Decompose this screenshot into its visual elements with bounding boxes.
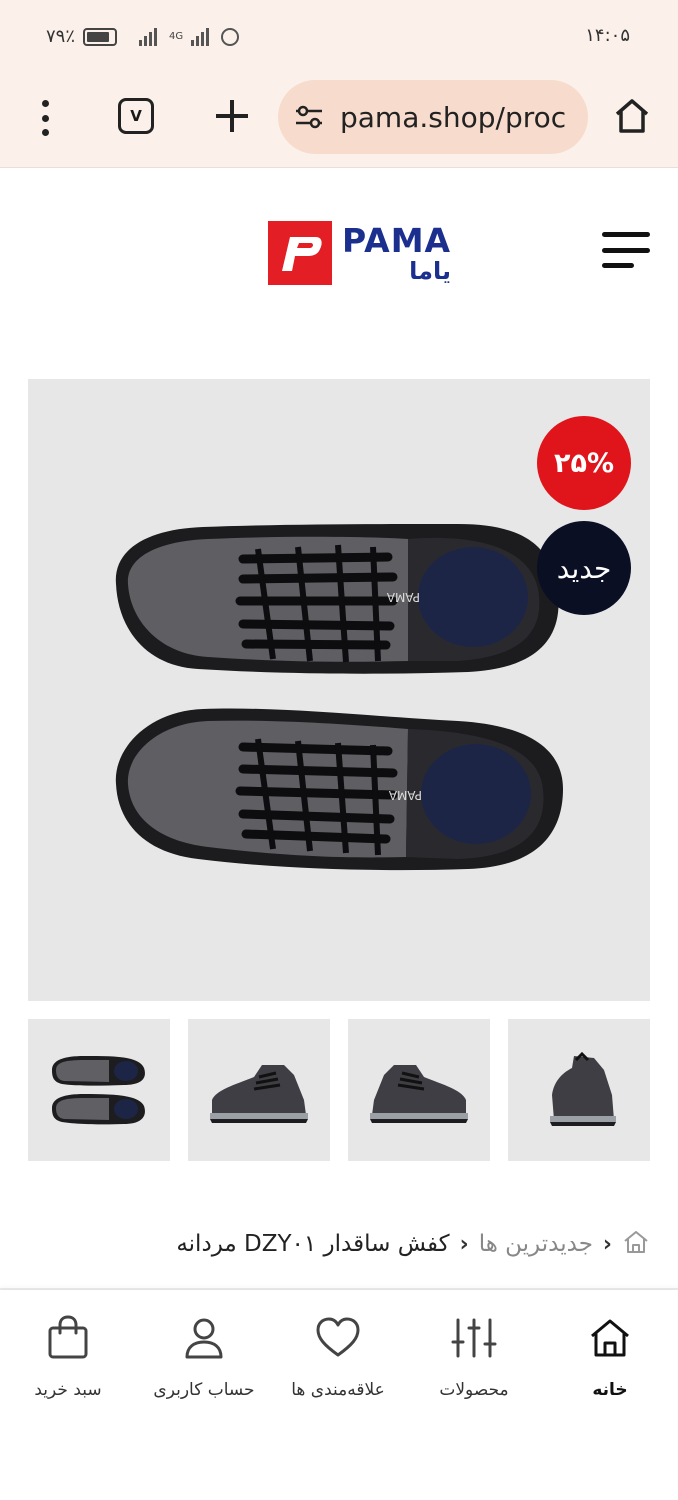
url-text: pama.shop/proc (340, 100, 567, 134)
nav-item-cart[interactable]: سبد خرید (0, 1314, 136, 1400)
signal-icon-secondary (191, 27, 210, 46)
discount-badge: ۲۵% (537, 416, 631, 510)
product-thumbnails (28, 1019, 650, 1161)
new-tab-icon[interactable] (212, 96, 252, 136)
thumbnail-back-view[interactable] (508, 1019, 650, 1161)
nav-label-home: خانه (592, 1380, 628, 1400)
shoe-bottom: PAMA (115, 708, 564, 871)
tab-switcher-button[interactable]: V (118, 98, 154, 134)
site-header: PAMA یاما (0, 168, 678, 338)
battery-icon (83, 27, 118, 46)
svg-text:PAMA: PAMA (386, 590, 420, 604)
address-bar[interactable]: pama.shop/proc (278, 80, 588, 154)
alarm-icon (221, 27, 240, 46)
new-badge: جدید (537, 521, 631, 615)
logo-text-en: PAMA (342, 220, 452, 260)
breadcrumb: › جدیدترین ها › کفش ساقدار DZY۰۱ مردانه (176, 1224, 650, 1264)
site-logo[interactable]: PAMA یاما (268, 221, 451, 285)
nav-item-wishlist[interactable]: علاقه‌مندی ها (270, 1314, 406, 1400)
thumbnail-side-view-right[interactable] (348, 1019, 490, 1161)
home-icon (591, 1319, 629, 1357)
svg-text:PAMA: PAMA (388, 788, 422, 802)
network-type: 4G (169, 31, 184, 42)
browser-toolbar: V pama.shop/proc (0, 72, 678, 168)
nav-label-wishlist: علاقه‌مندی ها (291, 1380, 385, 1400)
nav-label-cart: سبد خرید (34, 1380, 102, 1400)
product-main-image[interactable]: PAMA PAMA ۲۵% جدید (28, 379, 650, 1001)
status-time: ۱۴:۰۵ (585, 25, 630, 46)
breadcrumb-current: کفش ساقدار DZY۰۱ مردانه (176, 1231, 450, 1257)
breadcrumb-category-link[interactable]: جدیدترین ها (479, 1231, 593, 1257)
breadcrumb-separator: › (602, 1231, 612, 1257)
filter-sliders-icon (451, 1318, 497, 1358)
thumbnail-top-view[interactable] (28, 1019, 170, 1161)
breadcrumb-home-icon[interactable] (622, 1229, 650, 1259)
home-icon[interactable] (612, 96, 652, 136)
site-settings-icon[interactable] (294, 105, 324, 129)
logo-text-fa: یاما (409, 256, 452, 285)
user-icon (185, 1318, 223, 1359)
nav-item-account[interactable]: حساب کاربری (136, 1314, 272, 1400)
nav-label-products: محصولات (439, 1380, 509, 1400)
thumbnail-side-view-left[interactable] (188, 1019, 330, 1161)
bottom-navigation: خانه محصولات علاقه‌مندی ها حساب کاربری س… (0, 1290, 678, 1500)
nav-item-home[interactable]: خانه (542, 1314, 678, 1400)
battery-percentage: ۷۹٪ (46, 26, 76, 47)
status-indicators: ۷۹٪ 4G (46, 26, 240, 47)
nav-label-account: حساب کاربری (153, 1380, 255, 1400)
signal-icon (139, 27, 158, 46)
heart-icon (316, 1317, 360, 1357)
shoe-top: PAMA (115, 524, 559, 674)
nav-item-products[interactable]: محصولات (406, 1314, 542, 1400)
shopping-bag-icon (48, 1315, 88, 1359)
logo-mark-icon (268, 221, 332, 285)
more-options-icon[interactable] (40, 100, 50, 136)
breadcrumb-separator: › (459, 1231, 469, 1257)
hamburger-menu-icon[interactable] (602, 232, 650, 268)
status-bar: ۷۹٪ 4G ۱۴:۰۵ (0, 0, 678, 72)
